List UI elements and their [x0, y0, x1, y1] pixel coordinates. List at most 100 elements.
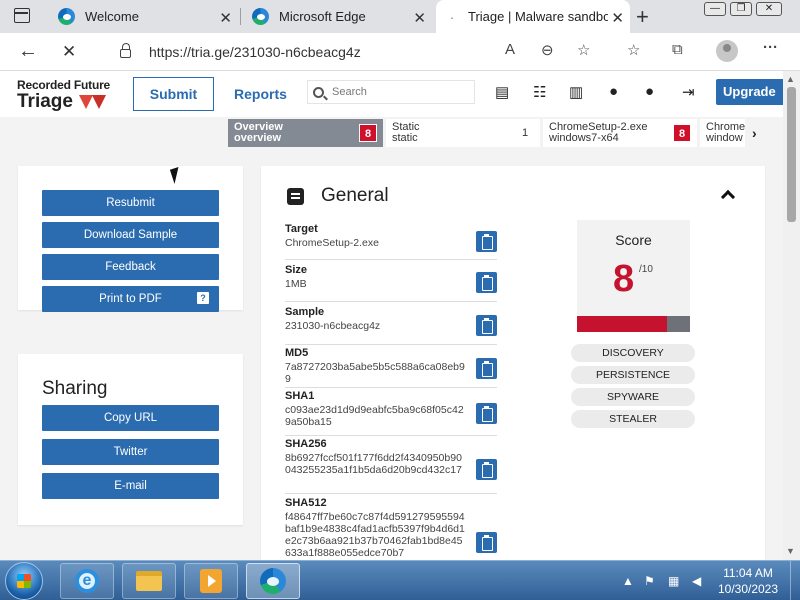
- show-desktop-button[interactable]: [790, 561, 800, 600]
- profile-avatar[interactable]: [716, 40, 738, 62]
- url-field[interactable]: https://tria.ge/231030-n6cbeacg4z: [104, 37, 608, 66]
- taskbar-internet-explorer[interactable]: e: [60, 563, 114, 599]
- internet-explorer-icon: e: [75, 569, 99, 593]
- tab-overview[interactable]: Overview overview 8: [228, 119, 383, 147]
- scroll-down-icon[interactable]: ▼: [786, 546, 795, 556]
- lock-icon[interactable]: [120, 43, 131, 58]
- close-tab-icon[interactable]: ✕: [219, 9, 232, 27]
- tab-line2: window: [706, 132, 743, 144]
- dashboard-icon[interactable]: ☷: [533, 83, 546, 101]
- submit-button[interactable]: Submit: [133, 77, 214, 111]
- tab-title: Welcome: [85, 9, 139, 24]
- close-tab-icon[interactable]: ✕: [413, 9, 426, 27]
- clipboard-icon[interactable]: [476, 403, 497, 424]
- tab-title: Microsoft Edge: [279, 9, 366, 24]
- score-value: 8: [613, 258, 635, 300]
- field-value: 8b6927fccf501f177f6dd2f4340950b900432552…: [285, 452, 462, 476]
- read-aloud-icon[interactable]: A: [505, 41, 515, 58]
- more-options-icon[interactable]: ···: [763, 39, 778, 56]
- close-tab-icon[interactable]: ✕: [611, 9, 624, 27]
- taskbar-clock[interactable]: 11:04 AM 10/30/2023: [712, 565, 784, 597]
- clipboard-icon[interactable]: [476, 532, 497, 553]
- tab-title: Triage | Malware sandbo: [468, 9, 608, 24]
- start-button[interactable]: [5, 562, 43, 600]
- score-panel: Score 8 /10: [577, 220, 690, 332]
- field-label: MD5: [285, 347, 309, 359]
- print-to-pdf-button[interactable]: Print to PDF ?: [42, 286, 219, 312]
- score-label: Score: [615, 232, 652, 248]
- comment-icon[interactable]: ▤: [495, 83, 509, 101]
- account-icon[interactable]: ●: [645, 83, 654, 100]
- stop-loading-icon[interactable]: ✕: [62, 42, 76, 62]
- volume-muted-icon[interactable]: ◀: [692, 574, 701, 588]
- chevron-right-icon[interactable]: ›: [752, 125, 757, 141]
- tab-windows-partial[interactable]: Chrome window: [700, 119, 745, 147]
- action-center-flag-icon[interactable]: ⚑: [644, 574, 655, 588]
- clipboard-icon[interactable]: [476, 231, 497, 252]
- search-input[interactable]: Search: [307, 80, 475, 104]
- add-favorite-icon[interactable]: ☆: [577, 41, 590, 59]
- taskbar-edge[interactable]: [246, 563, 300, 599]
- tab-static[interactable]: Static static 1: [386, 119, 540, 147]
- help-icon[interactable]: ?: [197, 292, 209, 304]
- tab-divider: [240, 8, 241, 25]
- brand-top-text: Recorded Future: [17, 78, 111, 92]
- restore-icon[interactable]: ❐: [730, 2, 752, 16]
- feedback-button[interactable]: Feedback: [42, 254, 219, 280]
- email-button[interactable]: E-mail: [42, 473, 219, 499]
- taskbar-file-explorer[interactable]: [122, 563, 176, 599]
- tag-spyware[interactable]: SPYWARE: [571, 388, 695, 406]
- minimize-icon[interactable]: —: [704, 2, 726, 16]
- browser-tab-microsoft-edge[interactable]: Microsoft Edge ✕: [242, 0, 432, 33]
- resubmit-button[interactable]: Resubmit: [42, 190, 219, 216]
- show-hidden-icons-icon[interactable]: ▲: [622, 574, 634, 588]
- general-card: General Target ChromeSetup-2.exe Size 1M…: [261, 166, 765, 560]
- general-section-icon: [287, 188, 304, 205]
- field-label: SHA1: [285, 390, 315, 402]
- back-icon[interactable]: ←: [18, 40, 38, 63]
- field-value: 231030-n6cbeacg4z: [285, 320, 381, 332]
- field-value: ChromeSetup-2.exe: [285, 237, 379, 249]
- network-icon[interactable]: ▦: [668, 574, 679, 588]
- search-icon: [313, 86, 324, 98]
- clipboard-icon[interactable]: [476, 272, 497, 293]
- browser-tab-triage[interactable]: · Triage | Malware sandbo ✕: [436, 0, 630, 33]
- tag-stealer[interactable]: STEALER: [571, 410, 695, 428]
- zoom-icon[interactable]: ⊖: [541, 41, 554, 59]
- clipboard-icon[interactable]: [476, 459, 497, 480]
- field-value: 1MB: [285, 278, 307, 290]
- scroll-up-icon[interactable]: ▲: [786, 74, 795, 84]
- twitter-button[interactable]: Twitter: [42, 439, 219, 465]
- clipboard-icon[interactable]: [476, 315, 497, 336]
- taskbar-media-player[interactable]: [184, 563, 238, 599]
- chevron-up-icon[interactable]: [720, 189, 736, 205]
- score-bar-fill: [577, 316, 668, 332]
- favorites-icon[interactable]: ☆: [627, 41, 640, 59]
- reports-link[interactable]: Reports: [234, 86, 287, 102]
- download-sample-button[interactable]: Download Sample: [42, 222, 219, 248]
- browser-tab-welcome[interactable]: Welcome ✕: [48, 0, 238, 33]
- collections-icon[interactable]: ⧉: [672, 41, 683, 58]
- media-player-icon: [200, 569, 222, 593]
- help-icon[interactable]: ●: [609, 83, 618, 100]
- tab-windows7-x64[interactable]: ChromeSetup-2.exe windows7-x64 8: [543, 119, 697, 147]
- close-window-icon[interactable]: ✕: [756, 2, 782, 16]
- field-sha1: SHA1 c093ae23d1d9d9eabfc5ba9c68f05c429a5…: [285, 390, 497, 436]
- page-scrollbar[interactable]: ▲ ▼: [783, 71, 800, 560]
- general-title: General: [321, 185, 389, 206]
- triage-logo[interactable]: Recorded Future Triage: [17, 78, 110, 113]
- clock-time: 11:04 AM: [723, 566, 773, 580]
- print-to-pdf-label: Print to PDF: [99, 293, 162, 305]
- tag-discovery[interactable]: DISCOVERY: [571, 344, 695, 362]
- upgrade-button[interactable]: Upgrade: [716, 79, 783, 105]
- clipboard-icon[interactable]: [476, 358, 497, 379]
- docs-book-icon[interactable]: ▥: [569, 83, 583, 101]
- logout-icon[interactable]: ⇥: [682, 83, 695, 101]
- brand-bottom: Triage: [17, 91, 110, 113]
- copy-url-button[interactable]: Copy URL: [42, 405, 219, 431]
- address-bar: ← ✕ https://tria.ge/231030-n6cbeacg4z A …: [0, 33, 800, 71]
- scroll-thumb[interactable]: [787, 87, 796, 222]
- tab-actions-menu-icon[interactable]: [14, 8, 30, 23]
- tag-persistence[interactable]: PERSISTENCE: [571, 366, 695, 384]
- new-tab-icon[interactable]: +: [636, 4, 649, 30]
